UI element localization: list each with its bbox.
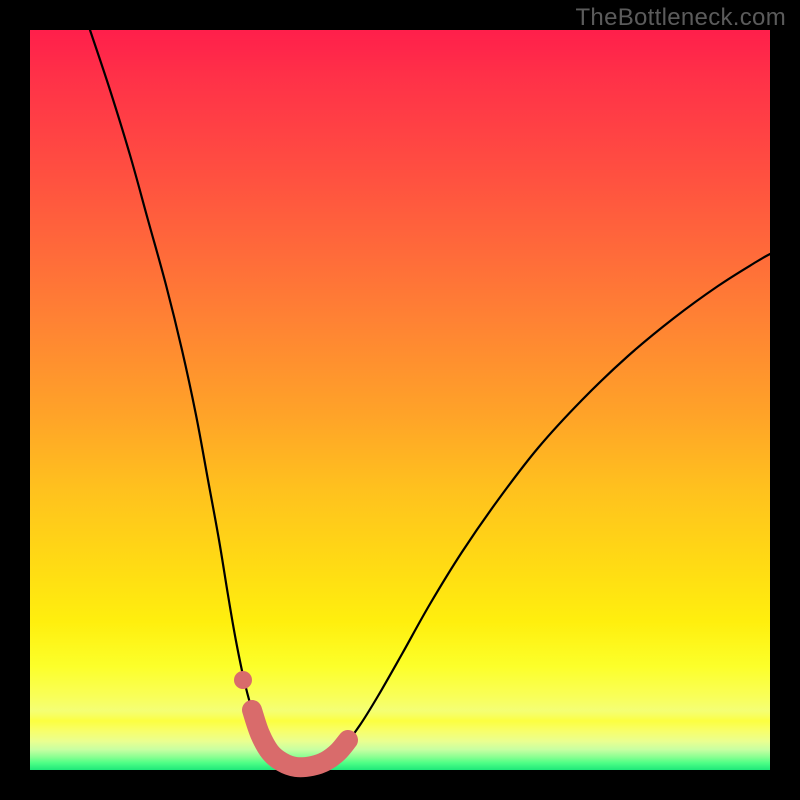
chart-frame: TheBottleneck.com <box>0 0 800 800</box>
watermark-text: TheBottleneck.com <box>575 4 786 32</box>
bottleneck-curve-right <box>300 254 770 767</box>
bottleneck-curve-left <box>90 30 300 767</box>
optimal-dot <box>234 671 252 689</box>
curve-layer <box>30 30 770 770</box>
optimal-range-highlight <box>252 710 348 767</box>
